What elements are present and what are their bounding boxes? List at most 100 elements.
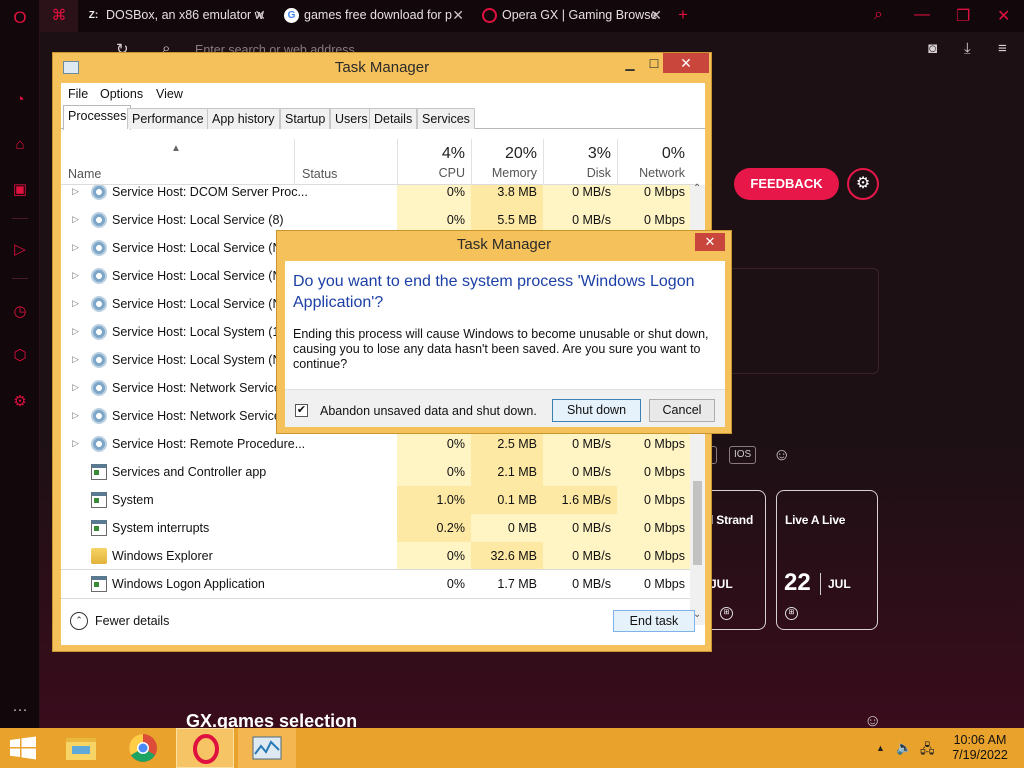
header-status-cell[interactable]: Status bbox=[294, 139, 397, 185]
easy-setup-icon[interactable]: ≡ bbox=[998, 40, 1007, 57]
end-task-button[interactable]: End task bbox=[613, 610, 695, 632]
browser-tab-google[interactable]: G games free download for p ✕ bbox=[280, 0, 470, 32]
checkbox-label[interactable]: Abandon unsaved data and shut down. bbox=[320, 404, 537, 418]
restore-icon[interactable]: ❐ bbox=[956, 6, 970, 26]
opera-icon[interactable] bbox=[176, 728, 234, 768]
expand-chevron-icon[interactable]: ▷ bbox=[72, 298, 79, 309]
opera-logo-icon[interactable]: O bbox=[10, 8, 30, 28]
app-window-icon bbox=[91, 520, 107, 536]
cancel-button[interactable]: Cancel bbox=[649, 399, 715, 422]
tab-performance[interactable]: Performance bbox=[127, 108, 209, 129]
smiley-icon[interactable]: ☺ bbox=[773, 445, 790, 465]
header-cpu[interactable]: 4% CPU bbox=[397, 139, 471, 185]
memory-cell: 2.1 MB bbox=[471, 458, 543, 486]
chevron-up-circle-icon[interactable]: ⌃ bbox=[70, 612, 88, 630]
game-card[interactable]: l Strand JUL ⊞ bbox=[704, 490, 766, 630]
app-window-icon bbox=[91, 492, 107, 508]
header-memory[interactable]: 20% Memory bbox=[471, 139, 543, 185]
process-row[interactable]: Windows Explorer 0% 32.6 MB 0 MB/s 0 Mbp… bbox=[61, 542, 697, 570]
menu-options[interactable]: Options bbox=[100, 87, 143, 101]
file-explorer-icon[interactable] bbox=[52, 728, 110, 768]
start-windows-icon[interactable] bbox=[8, 736, 38, 760]
scroll-up-icon[interactable]: ⌃ bbox=[693, 183, 701, 194]
dialog-title: Task Manager bbox=[456, 236, 552, 253]
download-icon[interactable]: ⤓ bbox=[964, 40, 971, 57]
feedback-button[interactable]: FEEDBACK bbox=[734, 168, 839, 200]
tab-details[interactable]: Details bbox=[369, 108, 418, 129]
twitch-icon[interactable]: ▣ bbox=[10, 180, 30, 200]
expand-chevron-icon[interactable]: ▷ bbox=[72, 242, 79, 253]
browser-tab-opera[interactable]: Opera GX | Gaming Browse ✕ bbox=[478, 0, 668, 32]
minimize-icon[interactable]: — bbox=[914, 6, 930, 24]
expand-chevron-icon[interactable]: ▷ bbox=[72, 214, 79, 225]
menu-file[interactable]: File bbox=[68, 87, 88, 101]
abandon-data-checkbox[interactable]: ✔ bbox=[295, 404, 308, 417]
close-tab-icon[interactable]: ✕ bbox=[254, 7, 266, 24]
gamepad-icon[interactable]: ⌘ bbox=[40, 0, 78, 32]
tab-users[interactable]: Users bbox=[330, 108, 373, 129]
close-window-icon[interactable]: ✕ bbox=[997, 6, 1010, 26]
process-name: Service Host: Local Service (No bbox=[112, 297, 289, 311]
expand-chevron-icon[interactable]: ▷ bbox=[72, 326, 79, 337]
process-row[interactable]: System interrupts 0.2% 0 MB 0 MB/s 0 Mbp… bbox=[61, 514, 697, 542]
process-row[interactable]: ▷ Service Host: Remote Procedure... 0% 2… bbox=[61, 430, 697, 458]
network-cell: 0 Mbps bbox=[617, 430, 691, 458]
close-tab-icon[interactable]: ✕ bbox=[452, 7, 464, 24]
tab-app-history[interactable]: App history bbox=[207, 108, 280, 129]
system-clock[interactable]: 10:06 AM 7/19/2022 bbox=[940, 733, 1020, 763]
header-disk[interactable]: 3% Disk bbox=[543, 139, 617, 185]
show-hidden-icons-icon[interactable]: ▲ bbox=[876, 743, 885, 753]
player-icon[interactable]: ▷ bbox=[10, 240, 30, 260]
cpu-cell: 1.0% bbox=[397, 486, 471, 514]
disk-cell: 0 MB/s bbox=[543, 514, 617, 542]
cpu-cell: 0% bbox=[397, 458, 471, 486]
shut-down-button[interactable]: Shut down bbox=[552, 399, 641, 422]
new-tab-plus-icon[interactable]: + bbox=[678, 5, 688, 25]
expand-chevron-icon[interactable]: ▷ bbox=[72, 186, 79, 197]
close-tab-icon[interactable]: ✕ bbox=[650, 7, 662, 24]
scrollbar-thumb[interactable] bbox=[693, 481, 702, 565]
network-icon[interactable]: 🖧 bbox=[920, 740, 935, 762]
history-icon[interactable]: ◷ bbox=[10, 302, 30, 322]
expand-chevron-icon[interactable]: ▷ bbox=[72, 438, 79, 449]
settings-gear-icon[interactable]: ⚙ bbox=[10, 392, 30, 412]
search-tabs-icon[interactable]: ⌕ bbox=[874, 6, 883, 24]
more-icon[interactable]: ··· bbox=[10, 700, 30, 720]
network-total: 0% bbox=[661, 145, 685, 162]
network-cell: 0 Mbps bbox=[617, 458, 691, 486]
cpu-cell: 0% bbox=[397, 430, 471, 458]
tab-services[interactable]: Services bbox=[417, 108, 475, 129]
close-button[interactable]: ✕ bbox=[663, 53, 709, 73]
game-card-live-a-live[interactable]: Live A Live 22 JUL ⊞ bbox=[776, 490, 878, 630]
expand-chevron-icon[interactable]: ▷ bbox=[72, 354, 79, 365]
expand-chevron-icon[interactable]: ▷ bbox=[72, 270, 79, 281]
process-row[interactable]: Services and Controller app 0% 2.1 MB 0 … bbox=[61, 458, 697, 486]
minimize-button[interactable]: ▁ bbox=[617, 55, 643, 75]
extensions-cube-icon[interactable]: ⬡ bbox=[10, 346, 30, 366]
service-gear-icon bbox=[91, 408, 107, 424]
chrome-icon[interactable] bbox=[114, 728, 172, 768]
volume-muted-icon[interactable]: 🔈 bbox=[896, 740, 912, 756]
tab-processes[interactable]: Processes bbox=[63, 105, 132, 130]
gx-corner-icon[interactable]: ⌂ bbox=[10, 135, 30, 155]
process-row[interactable]: System 1.0% 0.1 MB 1.6 MB/s 0 Mbps bbox=[61, 486, 697, 514]
expand-chevron-icon[interactable]: ▷ bbox=[72, 382, 79, 393]
tab-startup[interactable]: Startup bbox=[280, 108, 331, 129]
camera-snapshot-icon[interactable]: ◙ bbox=[928, 40, 937, 57]
gx-control-icon[interactable]: ◔ bbox=[10, 90, 30, 110]
menu-view[interactable]: View bbox=[156, 87, 183, 101]
header-network[interactable]: 0% Network bbox=[617, 139, 691, 185]
header-name[interactable]: Name bbox=[68, 167, 101, 181]
disk-cell: 1.6 MB/s bbox=[543, 486, 617, 514]
process-row-selected[interactable]: Windows Logon Application 0% 1.7 MB 0 MB… bbox=[61, 569, 697, 599]
process-name: Service Host: Network Service ( bbox=[112, 381, 289, 395]
disk-cell: 0 MB/s bbox=[543, 542, 617, 570]
expand-chevron-icon[interactable]: ▷ bbox=[72, 410, 79, 421]
process-row[interactable]: ▷ Service Host: DCOM Server Proc... 0% 3… bbox=[61, 185, 697, 206]
disk-label: Disk bbox=[586, 166, 611, 180]
dialog-close-button[interactable]: ✕ bbox=[695, 233, 725, 251]
browser-tab-dosbox[interactable]: Z: DOSBox, an x86 emulator w ✕ bbox=[82, 0, 272, 32]
page-settings-gear-icon[interactable]: ⚙ bbox=[847, 168, 879, 200]
fewer-details-link[interactable]: Fewer details bbox=[95, 614, 169, 628]
task-manager-icon[interactable] bbox=[238, 728, 296, 768]
